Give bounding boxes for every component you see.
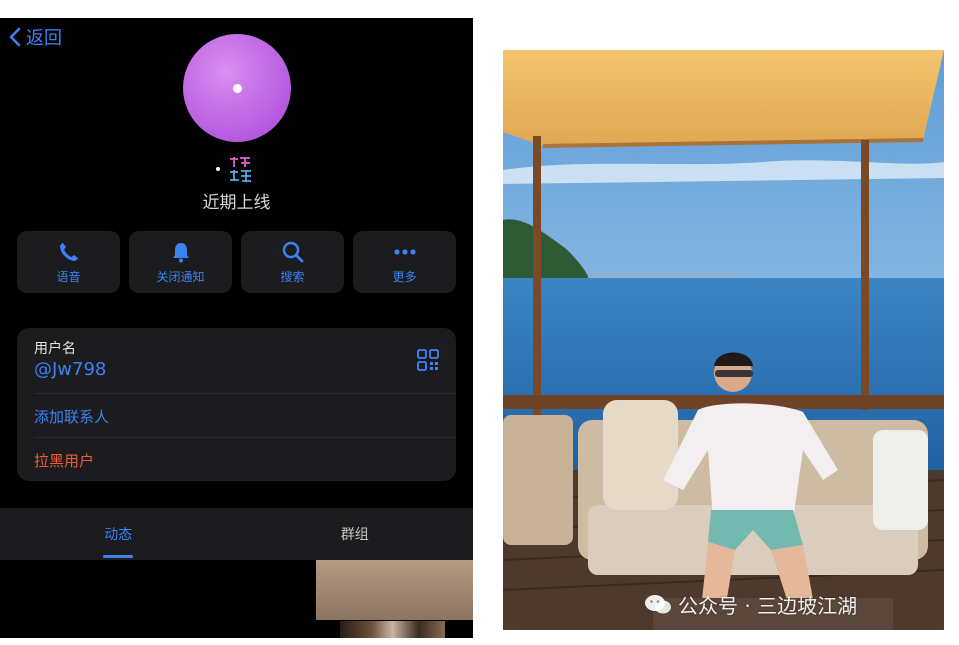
action-bar: 语音 关闭通知 搜索 更多 <box>17 231 456 293</box>
add-contact-row[interactable]: 添加联系人 <box>34 393 456 438</box>
chevron-left-icon <box>9 27 21 47</box>
post-thumbnail[interactable] <box>340 621 445 638</box>
tab-posts[interactable]: 动态 <box>0 508 237 560</box>
back-button[interactable]: 返回 <box>8 24 62 50</box>
block-user-row[interactable]: 拉黑用户 <box>34 437 456 482</box>
last-seen-status: 近期上线 <box>202 193 271 213</box>
tab-groups[interactable]: 群组 <box>237 508 474 560</box>
username-value[interactable]: @Jw798 <box>34 359 106 380</box>
photo <box>503 50 944 630</box>
post-thumbnail[interactable] <box>316 560 473 620</box>
phone-icon <box>59 242 78 261</box>
search-button[interactable]: 搜索 <box>241 231 344 293</box>
username-label: 用户名 <box>34 341 76 357</box>
back-label: 返回 <box>26 28 62 49</box>
voice-call-button[interactable]: 语音 <box>17 231 120 293</box>
avatar[interactable] <box>183 34 291 142</box>
seaside-lounge-photo <box>503 50 944 630</box>
avatar-dot <box>233 84 242 93</box>
profile-tabs: 动态 群组 <box>0 508 473 560</box>
online-dot <box>216 167 220 171</box>
more-button[interactable]: 更多 <box>353 231 456 293</box>
watermark-text: 公众号 · 三边坡江湖 <box>678 594 858 618</box>
wechat-icon <box>645 594 671 613</box>
profile-screen: 返回 近期上线 语音 关闭通知 搜索 更多 用户名 @Jw798 添加联系人 拉… <box>0 18 473 638</box>
block-user-label: 拉黑用户 <box>34 451 95 470</box>
voice-call-label: 语音 <box>56 269 81 284</box>
search-icon <box>282 241 303 262</box>
mute-notifications-button[interactable]: 关闭通知 <box>129 231 232 293</box>
emoji-status <box>216 154 256 184</box>
tab-groups-label: 群组 <box>340 527 369 543</box>
bell-icon <box>172 242 189 262</box>
add-contact-label: 添加联系人 <box>34 407 110 426</box>
mute-notifications-label: 关闭通知 <box>156 269 205 284</box>
qr-code-icon[interactable] <box>417 349 439 371</box>
search-label: 搜索 <box>280 269 305 284</box>
more-icon <box>393 248 416 255</box>
active-tab-indicator <box>103 555 134 558</box>
user-info-card: 用户名 @Jw798 添加联系人 拉黑用户 <box>17 328 456 481</box>
fortune-badge-icon <box>230 157 251 182</box>
more-label: 更多 <box>392 269 417 284</box>
wechat-watermark: 公众号 · 三边坡江湖 <box>644 590 857 619</box>
tab-posts-label: 动态 <box>104 527 133 543</box>
